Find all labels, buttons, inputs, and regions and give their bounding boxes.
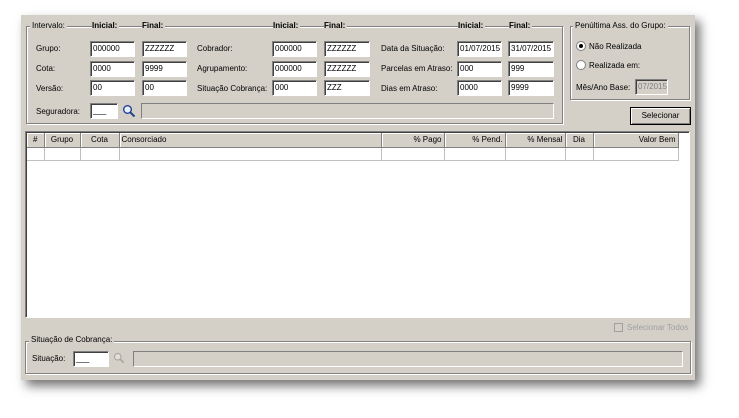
selecionar-todos-checkbox[interactable] xyxy=(614,323,623,332)
col-header-valor-bem[interactable]: Valor Bem xyxy=(593,133,679,148)
col3-final-header: Final: xyxy=(509,21,533,31)
situacao-description xyxy=(133,351,683,367)
seguradora-description xyxy=(141,103,554,119)
radio-realizada-em[interactable] xyxy=(576,60,586,70)
seguradora-label: Seguradora: xyxy=(36,107,81,116)
grupo-label: Grupo: xyxy=(36,44,61,53)
col-header-grupo[interactable]: Grupo xyxy=(44,133,81,148)
col-header-dia[interactable]: Dia xyxy=(565,133,594,148)
table-row[interactable] xyxy=(27,147,679,161)
col-header-consorciado[interactable]: Consorciado xyxy=(119,133,382,148)
selecionar-button[interactable]: Selecionar xyxy=(630,107,691,125)
situacao-cobranca-label: Situação Cobrança: xyxy=(197,84,268,93)
col1-inicial-header: Inicial: xyxy=(92,21,120,31)
selecionar-todos-label[interactable]: Selecionar Todos xyxy=(627,323,688,333)
grupo-to-input[interactable]: ZZZZZZ xyxy=(142,41,187,57)
mes-ano-base-input[interactable]: 07/2015 xyxy=(635,79,668,95)
agrupamento-to-input[interactable]: ZZZZZZ xyxy=(324,61,370,77)
parcelas-atraso-from-input[interactable]: 000 xyxy=(457,61,502,77)
situacao-cobranca-to-input[interactable]: ZZZ xyxy=(324,80,370,96)
situacao-input[interactable]: ___ xyxy=(73,351,109,367)
cobrador-label: Cobrador: xyxy=(197,44,233,53)
dias-atraso-to-input[interactable]: 9999 xyxy=(508,80,554,96)
situacao-label: Situação: xyxy=(32,354,66,363)
col2-inicial-header: Inicial: xyxy=(273,21,301,31)
cota-from-input[interactable]: 0000 xyxy=(90,61,135,77)
grupo-from-input[interactable]: 000000 xyxy=(90,41,135,57)
nao-realizada-label[interactable]: Não Realizada xyxy=(589,42,641,52)
dias-atraso-label: Dias em Atraso: xyxy=(381,84,438,93)
col2-final-header: Final: xyxy=(324,21,348,31)
results-table: # Grupo Cota Consorciado % Pago % Pend. … xyxy=(27,133,679,161)
mes-ano-base-label: Mês/Ano Base: xyxy=(576,83,631,92)
realizada-em-label[interactable]: Realizada em: xyxy=(589,61,640,71)
data-situacao-from-input[interactable]: 01/07/2015 xyxy=(457,41,502,57)
versao-to-input[interactable]: 00 xyxy=(142,80,187,96)
col-header-cota[interactable]: Cota xyxy=(80,133,120,148)
results-grid[interactable]: # Grupo Cota Consorciado % Pago % Pend. … xyxy=(25,131,690,318)
col-header-pct-pend[interactable]: % Pend. xyxy=(444,133,506,148)
col3-inicial-header: Inicial: xyxy=(458,21,486,31)
dias-atraso-from-input[interactable]: 0000 xyxy=(457,80,502,96)
parcelas-atraso-label: Parcelas em Atraso: xyxy=(381,64,453,73)
col1-final-header: Final: xyxy=(142,21,166,31)
col-header-pct-mensal[interactable]: % Mensal xyxy=(505,133,566,148)
seguradora-search-icon[interactable] xyxy=(122,104,136,118)
data-situacao-to-input[interactable]: 31/07/2015 xyxy=(508,41,554,57)
cobrador-from-input[interactable]: 000000 xyxy=(272,41,317,57)
interval-legend: Intervalo: xyxy=(30,21,67,31)
situacao-cobranca-legend: Situação de Cobrança: xyxy=(29,335,115,345)
penultima-legend: Penúltima Ass. do Grupo: xyxy=(573,21,668,31)
agrupamento-from-input[interactable]: 000000 xyxy=(272,61,317,77)
agrupamento-label: Agrupamento: xyxy=(197,64,248,73)
versao-from-input[interactable]: 00 xyxy=(90,80,135,96)
situacao-search-icon[interactable] xyxy=(113,352,125,364)
data-situacao-label: Data da Situação: xyxy=(381,44,445,53)
cota-label: Cota: xyxy=(36,64,56,73)
versao-label: Versão: xyxy=(36,84,64,93)
grid-header-row: # Grupo Cota Consorciado % Pago % Pend. … xyxy=(27,133,679,148)
report-window: Intervalo: Inicial: Final: Inicial: Fina… xyxy=(21,15,695,380)
seguradora-input[interactable]: ___ xyxy=(90,103,118,119)
cobrador-to-input[interactable]: ZZZZZZ xyxy=(324,41,370,57)
parcelas-atraso-to-input[interactable]: 999 xyxy=(508,61,554,77)
col-header-pct-pago[interactable]: % Pago xyxy=(381,133,445,148)
cota-to-input[interactable]: 9999 xyxy=(142,61,187,77)
radio-nao-realizada[interactable] xyxy=(576,41,586,51)
col-header-index[interactable]: # xyxy=(27,133,45,148)
situacao-cobranca-from-input[interactable]: 000 xyxy=(272,80,317,96)
